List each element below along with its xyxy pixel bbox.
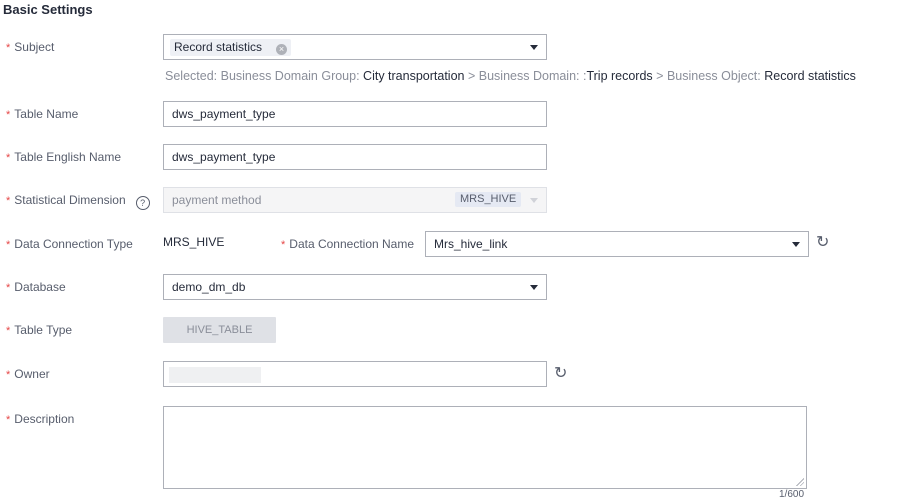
required-mark: * [6, 109, 11, 121]
chevron-down-icon[interactable] [530, 45, 538, 50]
connection-type-chip: MRS_HIVE [455, 192, 522, 207]
owner-label: * Owner [6, 367, 50, 382]
chevron-down-icon[interactable] [792, 242, 800, 247]
required-mark: * [6, 239, 11, 251]
data-connection-name-label: * Data Connection Name [281, 237, 414, 252]
chevron-down-icon[interactable] [530, 285, 538, 290]
table-name-label-text: Table Name [14, 107, 79, 121]
description-label: * Description [6, 412, 74, 427]
table-english-name-input[interactable]: dws_payment_type [163, 144, 547, 170]
statistical-dimension-select: payment method MRS_HIVE [163, 187, 547, 213]
chevron-down-icon [530, 198, 538, 203]
group-value: City transportation [363, 69, 465, 83]
data-connection-name-select[interactable]: Mrs_hive_link [425, 231, 809, 257]
table-type-button: HIVE_TABLE [163, 317, 276, 343]
owner-redacted [169, 367, 261, 383]
data-connection-type-label: * Data Connection Type [6, 237, 133, 252]
domain-label: Business Domain: : [478, 69, 587, 83]
data-connection-type-label-text: Data Connection Type [14, 237, 133, 251]
table-english-name-label: * Table English Name [6, 150, 121, 165]
table-name-label: * Table Name [6, 107, 78, 122]
table-type-label: * Table Type [6, 323, 72, 338]
description-label-text: Description [14, 412, 75, 426]
owner-input[interactable] [163, 361, 547, 387]
resize-handle-icon[interactable] [796, 478, 804, 486]
selected-prefix: Selected: [165, 69, 218, 83]
database-label-text: Database [14, 280, 66, 294]
subject-tag-text: Record statistics [174, 40, 263, 54]
group-label: Business Domain Group: [220, 69, 360, 83]
refresh-icon[interactable]: ↻ [816, 235, 829, 251]
data-connection-name-value: Mrs_hive_link [434, 237, 508, 251]
owner-label-text: Owner [14, 367, 50, 381]
required-mark: * [6, 42, 11, 54]
subject-label-text: Subject [14, 40, 55, 54]
domain-value: Trip records [586, 69, 653, 83]
description-counter: 1/600 [779, 489, 805, 500]
statistical-dimension-value: payment method [172, 193, 262, 207]
required-mark: * [6, 325, 11, 337]
path-separator: > [656, 69, 664, 83]
required-mark: * [6, 195, 11, 207]
required-mark: * [6, 282, 11, 294]
object-value: Record statistics [764, 69, 856, 83]
table-name-input[interactable]: dws_payment_type [163, 101, 547, 127]
section-title: Basic Settings [3, 2, 93, 17]
statistical-dimension-label-text: Statistical Dimension [14, 193, 126, 207]
data-connection-type-value: MRS_HIVE [163, 235, 225, 249]
refresh-icon[interactable]: ↻ [554, 366, 567, 382]
statistical-dimension-label: * Statistical Dimension? [6, 193, 150, 210]
object-label: Business Object: [666, 69, 761, 83]
data-connection-name-label-text: Data Connection Name [289, 237, 415, 251]
subject-tag: Record statistics × [170, 39, 292, 56]
subject-label: * Subject [6, 40, 54, 55]
database-select[interactable]: demo_dm_db [163, 274, 547, 300]
subject-select[interactable]: Record statistics × [163, 34, 547, 60]
database-label: * Database [6, 280, 66, 295]
required-mark: * [6, 414, 11, 426]
selected-path: Selected: Business Domain Group: City tr… [165, 69, 856, 83]
database-value: demo_dm_db [172, 280, 246, 294]
path-separator: > [467, 69, 476, 83]
table-english-name-label-text: Table English Name [14, 150, 122, 164]
required-mark: * [281, 239, 286, 251]
required-mark: * [6, 369, 11, 381]
help-icon[interactable]: ? [135, 196, 150, 210]
table-type-label-text: Table Type [14, 323, 73, 337]
tag-remove-icon[interactable]: × [276, 44, 288, 55]
description-textarea[interactable] [163, 406, 807, 489]
required-mark: * [6, 152, 11, 164]
